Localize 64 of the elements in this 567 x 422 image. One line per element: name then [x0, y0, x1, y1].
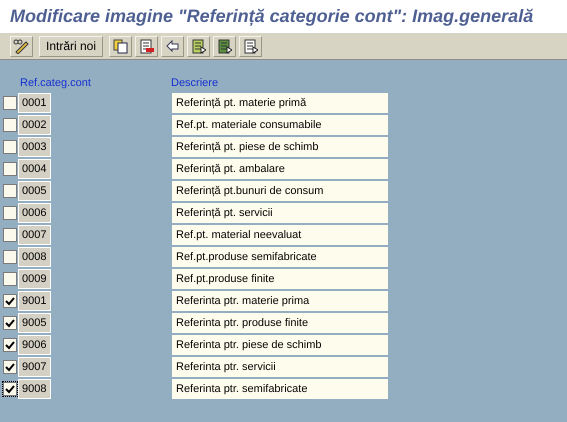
table-cell: 0002 [18, 115, 51, 135]
table-cell: Referință pt.bunuri de consum [172, 181, 388, 201]
table-cell: 9001 [18, 291, 51, 311]
table-cell: 9008 [18, 379, 51, 399]
table-cell: 0006 [18, 203, 51, 223]
copy-icon [113, 38, 128, 54]
check-icon [5, 340, 15, 350]
table-cell: Referință pt. piese de schimb [172, 137, 388, 157]
checkbox[interactable] [3, 338, 17, 352]
table-cell: 0003 [18, 137, 51, 157]
checkbox[interactable] [3, 272, 17, 286]
table-cell: Referinta ptr. produse finite [172, 313, 388, 333]
check-icon [5, 318, 15, 328]
check-icon [5, 384, 15, 394]
checkbox[interactable] [3, 206, 17, 220]
document-pointer-icon [191, 38, 206, 54]
select-block-button[interactable] [213, 36, 236, 56]
column-header: Ref.categ.cont [20, 76, 92, 92]
copy-button[interactable] [109, 36, 132, 56]
table-cell: 9006 [18, 335, 51, 355]
undo-arrow-icon [165, 38, 180, 54]
checkbox[interactable] [3, 316, 17, 330]
table-cell: Referință pt. ambalare [172, 159, 388, 179]
document-pointer-icon [217, 38, 232, 54]
window-title: Modificare imagine "Referință categorie cont": Imag.generală [10, 5, 534, 28]
table-cell: Referință pt. materie primă [172, 93, 388, 113]
table-cell: 0008 [18, 247, 51, 267]
checkbox[interactable] [3, 294, 17, 308]
checkbox[interactable] [3, 140, 17, 154]
table-cell: Referință pt. servicii [172, 203, 388, 223]
document-pointer-icon [243, 38, 258, 54]
table-cell: Ref.pt. material neevaluat [172, 225, 388, 245]
table-cell: Ref.pt.produse finite [172, 269, 388, 289]
table-cell: 9007 [18, 357, 51, 377]
checkbox[interactable] [3, 250, 17, 264]
table-cell: 0005 [18, 181, 51, 201]
table-cell: 0009 [18, 269, 51, 289]
table-cell: 0004 [18, 159, 51, 179]
column-header: Descriere [171, 76, 218, 92]
table-cell: Ref.pt. materiale consumabile [172, 115, 388, 135]
table-cell: Referinta ptr. servicii [172, 357, 388, 377]
delete-row-icon [139, 38, 154, 54]
select-all-button[interactable] [187, 36, 210, 56]
check-icon [5, 296, 15, 306]
checkbox[interactable] [3, 360, 17, 374]
table-cell: Referinta ptr. piese de schimb [172, 335, 388, 355]
table-cell: Referinta ptr. materie prima [172, 291, 388, 311]
pencil-icon [13, 38, 30, 54]
checkbox[interactable] [3, 228, 17, 242]
table-cell: Referinta ptr. semifabricate [172, 379, 388, 399]
checkbox[interactable] [3, 118, 17, 132]
new-entries-button[interactable]: Intrări noi [39, 36, 104, 56]
table-cell: 0007 [18, 225, 51, 245]
checkbox[interactable] [3, 162, 17, 176]
checkbox[interactable] [3, 184, 17, 198]
delete-button[interactable] [135, 36, 158, 56]
table-cell: 9005 [18, 313, 51, 333]
undo-button[interactable] [161, 36, 184, 56]
checkbox[interactable] [3, 96, 17, 110]
table-cell: Ref.pt.produse semifabricate [172, 247, 388, 267]
check-icon [5, 362, 15, 372]
edit-pencil-icon[interactable] [10, 36, 33, 56]
table-cell: 0001 [18, 93, 51, 113]
deselect-button[interactable] [239, 36, 262, 56]
